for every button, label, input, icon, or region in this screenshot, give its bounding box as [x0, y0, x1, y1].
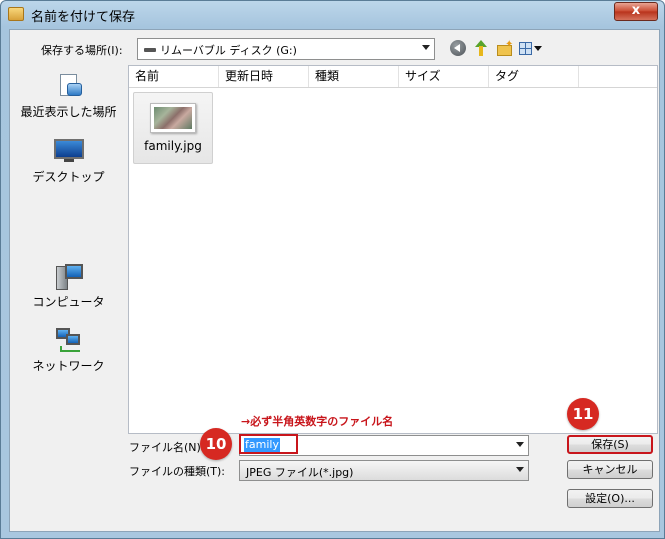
step-badge-11: 11	[567, 398, 599, 430]
place-computer[interactable]: コンピュータ	[10, 264, 127, 310]
chevron-down-icon[interactable]	[516, 467, 524, 472]
place-desktop[interactable]: デスクトップ	[10, 139, 127, 185]
file-list[interactable]: 名前 更新日時 種類 サイズ タグ family.jpg	[128, 65, 658, 434]
removable-drive-icon	[144, 48, 156, 52]
look-in-value: リムーバブル ディスク (G:)	[160, 44, 297, 57]
places-bar: 最近表示した場所 デスクトップ コンピュータ ネットワーク	[10, 66, 127, 431]
place-recent[interactable]: 最近表示した場所	[10, 74, 127, 120]
place-label: ネットワーク	[32, 359, 105, 373]
column-header-name[interactable]: 名前	[129, 66, 219, 87]
annotation-note: →必ず半角英数字のファイル名	[241, 415, 394, 428]
title-bar: 名前を付けて保存 x	[1, 1, 664, 28]
dialog-body: 保存する場所(I): リムーバブル ディスク (G:) ✦ 最近表示した場所 デ…	[9, 29, 660, 532]
close-button[interactable]: x	[614, 2, 658, 21]
desktop-icon	[53, 139, 84, 165]
column-header-size[interactable]: サイズ	[399, 66, 489, 87]
recent-places-icon	[54, 74, 84, 100]
computer-icon	[54, 264, 84, 290]
up-folder-icon[interactable]	[473, 40, 489, 56]
look-in-label: 保存する場所(I):	[41, 44, 123, 57]
look-in-dropdown[interactable]: リムーバブル ディスク (G:)	[137, 38, 435, 60]
file-name: family.jpg	[144, 139, 202, 153]
place-label: 最近表示した場所	[20, 105, 117, 119]
save-button[interactable]: 保存(S)	[567, 435, 653, 454]
network-icon	[54, 328, 84, 354]
step-badge-10: 10	[200, 428, 232, 460]
save-as-dialog: 名前を付けて保存 x 保存する場所(I): リムーバブル ディスク (G:) ✦…	[0, 0, 665, 539]
jpeg-thumbnail-icon	[150, 103, 196, 133]
file-type-value: JPEG ファイル(*.jpg)	[246, 466, 354, 479]
file-item[interactable]: family.jpg	[133, 92, 213, 164]
column-headers: 名前 更新日時 種類 サイズ タグ	[129, 66, 657, 88]
place-label: コンピュータ	[32, 295, 105, 309]
window-title: 名前を付けて保存	[31, 10, 136, 25]
app-icon	[8, 7, 24, 21]
back-arrow-icon[interactable]	[450, 40, 466, 56]
views-menu-icon[interactable]	[519, 40, 543, 56]
column-header-type[interactable]: 種類	[309, 66, 399, 87]
chevron-down-icon[interactable]	[516, 442, 524, 447]
file-type-label: ファイルの種類(T):	[129, 465, 226, 478]
chevron-down-icon[interactable]	[422, 45, 430, 50]
place-label: デスクトップ	[32, 170, 105, 184]
file-name-label: ファイル名(N):	[129, 441, 205, 454]
settings-button[interactable]: 設定(O)...	[567, 489, 653, 508]
cancel-button[interactable]: キャンセル	[567, 460, 653, 479]
place-network[interactable]: ネットワーク	[10, 328, 127, 374]
file-type-dropdown[interactable]: JPEG ファイル(*.jpg)	[239, 460, 529, 481]
column-header-modified[interactable]: 更新日時	[219, 66, 309, 87]
new-folder-icon[interactable]: ✦	[496, 39, 513, 56]
file-name-highlight-box	[239, 434, 298, 454]
column-header-tags[interactable]: タグ	[489, 66, 579, 87]
